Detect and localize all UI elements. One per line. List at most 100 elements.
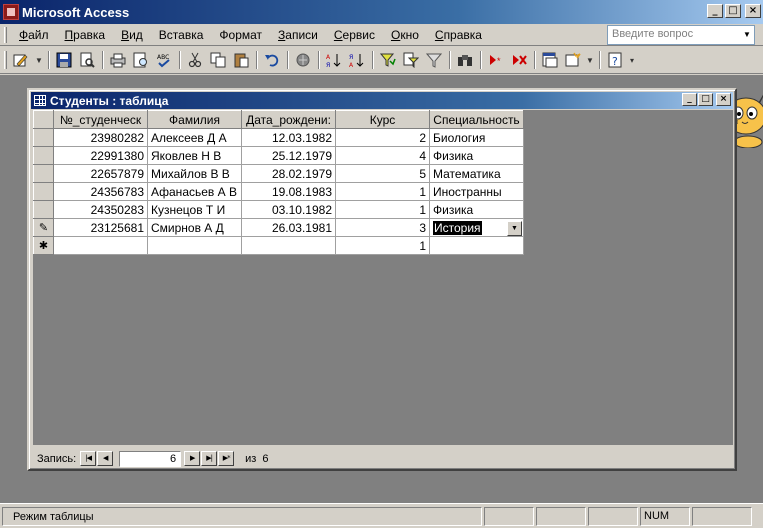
surname-cell[interactable]: Смирнов А Д bbox=[147, 218, 242, 237]
next-record-button[interactable]: ▶ bbox=[184, 451, 201, 466]
apply-filter-icon[interactable] bbox=[423, 49, 445, 71]
previous-record-button[interactable]: ◀ bbox=[97, 451, 114, 466]
birthdate-cell[interactable]: 25.12.1979 bbox=[241, 146, 336, 165]
new-record-row[interactable]: ✱ 1 bbox=[33, 236, 524, 255]
table-row-editing[interactable]: ✎ 23125681 Смирнов А Д 26.03.1981 3 Исто… bbox=[33, 218, 524, 237]
student-id-cell[interactable]: 23980282 bbox=[53, 128, 148, 147]
student-id-cell[interactable]: 22991380 bbox=[53, 146, 148, 165]
print-icon[interactable] bbox=[107, 49, 129, 71]
surname-cell[interactable]: Яковлев Н В bbox=[147, 146, 242, 165]
undo-icon[interactable] bbox=[261, 49, 283, 71]
sort-descending-icon[interactable]: ЯA bbox=[346, 49, 368, 71]
course-cell[interactable]: 1 bbox=[335, 182, 430, 201]
table-row[interactable]: 24350283 Кузнецов Т И 03.10.1982 1 Физик… bbox=[33, 200, 524, 219]
column-header[interactable]: Курс bbox=[335, 110, 430, 129]
print-preview-icon[interactable] bbox=[130, 49, 152, 71]
birthdate-cell[interactable]: 19.08.1983 bbox=[241, 182, 336, 201]
row-selector[interactable] bbox=[33, 200, 54, 219]
close-button[interactable]: × bbox=[745, 4, 761, 18]
student-id-cell[interactable]: 22657879 bbox=[53, 164, 148, 183]
course-cell[interactable]: 4 bbox=[335, 146, 430, 165]
first-record-button[interactable]: |◀ bbox=[80, 451, 97, 466]
new-object-icon[interactable] bbox=[562, 49, 584, 71]
birthdate-cell[interactable]: 26.03.1981 bbox=[241, 218, 336, 237]
filter-by-form-icon[interactable] bbox=[400, 49, 422, 71]
specialty-cell[interactable]: Биология bbox=[429, 128, 524, 147]
save-icon[interactable] bbox=[53, 49, 75, 71]
datasheet-title-bar[interactable]: Студенты : таблица _ □ × bbox=[31, 92, 733, 109]
birthdate-cell[interactable]: 03.10.1982 bbox=[241, 200, 336, 219]
column-header[interactable]: Фамилия bbox=[147, 110, 242, 129]
new-record-icon[interactable]: * bbox=[485, 49, 507, 71]
specialty-combobox[interactable]: История ▼ bbox=[433, 220, 522, 236]
table-row[interactable]: 24356783 Афанасьев А В 19.08.1983 1 Инос… bbox=[33, 182, 524, 201]
course-cell[interactable]: 1 bbox=[335, 200, 430, 219]
table-row[interactable]: 22657879 Михайлов В В 28.02.1979 5 Матем… bbox=[33, 164, 524, 183]
table-row[interactable]: 22991380 Яковлев Н В 25.12.1979 4 Физика bbox=[33, 146, 524, 165]
birthdate-cell[interactable]: 12.03.1982 bbox=[241, 128, 336, 147]
birthdate-cell[interactable] bbox=[241, 236, 336, 255]
menu-item[interactable]: Окно bbox=[383, 28, 427, 42]
child-minimize-button[interactable]: _ bbox=[682, 93, 697, 106]
course-cell[interactable]: 1 bbox=[335, 236, 430, 255]
table-row[interactable]: 23980282 Алексеев Д А 12.03.1982 2 Биоло… bbox=[33, 128, 524, 147]
row-selector[interactable] bbox=[33, 128, 54, 147]
specialty-combo-cell[interactable]: История ▼ bbox=[429, 218, 524, 237]
specialty-cell[interactable] bbox=[429, 236, 524, 255]
surname-cell[interactable]: Михайлов В В bbox=[147, 164, 242, 183]
new-object-dropdown-icon[interactable]: ▼ bbox=[585, 49, 595, 71]
surname-cell[interactable]: Афанасьев А В bbox=[147, 182, 242, 201]
course-cell[interactable]: 3 bbox=[335, 218, 430, 237]
student-id-cell[interactable]: 24350283 bbox=[53, 200, 148, 219]
delete-record-icon[interactable] bbox=[508, 49, 530, 71]
child-close-button[interactable]: × bbox=[716, 93, 731, 106]
design-view-icon[interactable] bbox=[11, 49, 33, 71]
column-header[interactable]: Специальность bbox=[429, 110, 524, 129]
minimize-button[interactable]: _ bbox=[707, 4, 723, 18]
menu-item[interactable]: Справка bbox=[427, 28, 490, 42]
student-id-cell[interactable] bbox=[53, 236, 148, 255]
menu-item[interactable]: Вид bbox=[113, 28, 151, 42]
help-icon[interactable]: ? bbox=[604, 49, 626, 71]
child-maximize-button[interactable]: □ bbox=[698, 93, 713, 106]
ask-question-box[interactable]: Введите вопрос ▼ bbox=[607, 25, 755, 45]
birthdate-cell[interactable]: 28.02.1979 bbox=[241, 164, 336, 183]
surname-cell[interactable] bbox=[147, 236, 242, 255]
student-id-cell[interactable]: 24356783 bbox=[53, 182, 148, 201]
new-record-star-icon[interactable]: ✱ bbox=[33, 236, 54, 255]
menu-item[interactable]: Записи bbox=[270, 28, 326, 42]
column-header[interactable]: №_студенческ bbox=[53, 110, 148, 129]
chevron-down-icon[interactable]: ▼ bbox=[740, 26, 754, 44]
menu-item[interactable]: Правка bbox=[57, 28, 114, 42]
pencil-edit-icon[interactable]: ✎ bbox=[33, 218, 54, 237]
specialty-cell[interactable]: Математика bbox=[429, 164, 524, 183]
specialty-cell[interactable]: Физика bbox=[429, 146, 524, 165]
specialty-combo-value[interactable]: История bbox=[433, 220, 482, 235]
row-selector[interactable] bbox=[33, 164, 54, 183]
course-cell[interactable]: 2 bbox=[335, 128, 430, 147]
last-record-button[interactable]: ▶| bbox=[201, 451, 218, 466]
student-id-cell[interactable]: 23125681 bbox=[53, 218, 148, 237]
toolbar-grip[interactable] bbox=[4, 51, 7, 69]
find-binoculars-icon[interactable] bbox=[454, 49, 476, 71]
surname-cell[interactable]: Кузнецов Т И bbox=[147, 200, 242, 219]
toolbar-options-icon[interactable]: ▾ bbox=[627, 49, 637, 71]
menu-item[interactable]: Формат bbox=[211, 28, 270, 42]
sort-ascending-icon[interactable]: AЯ bbox=[323, 49, 345, 71]
column-header[interactable]: Дата_рождени: bbox=[241, 110, 336, 129]
copy-icon[interactable] bbox=[207, 49, 229, 71]
menu-item[interactable]: Вставка bbox=[151, 28, 212, 42]
properties-icon[interactable] bbox=[539, 49, 561, 71]
specialty-cell[interactable]: Иностранны bbox=[429, 182, 524, 201]
row-selector[interactable] bbox=[33, 182, 54, 201]
new-record-button[interactable]: ▶* bbox=[218, 451, 235, 466]
menubar-grip[interactable] bbox=[4, 26, 7, 43]
chevron-down-icon[interactable]: ▼ bbox=[507, 220, 522, 236]
row-selector[interactable] bbox=[33, 146, 54, 165]
filter-by-selection-icon[interactable] bbox=[377, 49, 399, 71]
surname-cell[interactable]: Алексеев Д А bbox=[147, 128, 242, 147]
specialty-cell[interactable]: Физика bbox=[429, 200, 524, 219]
search-file-icon[interactable] bbox=[76, 49, 98, 71]
maximize-button[interactable]: □ bbox=[725, 4, 741, 18]
spelling-icon[interactable]: ABC bbox=[153, 49, 175, 71]
